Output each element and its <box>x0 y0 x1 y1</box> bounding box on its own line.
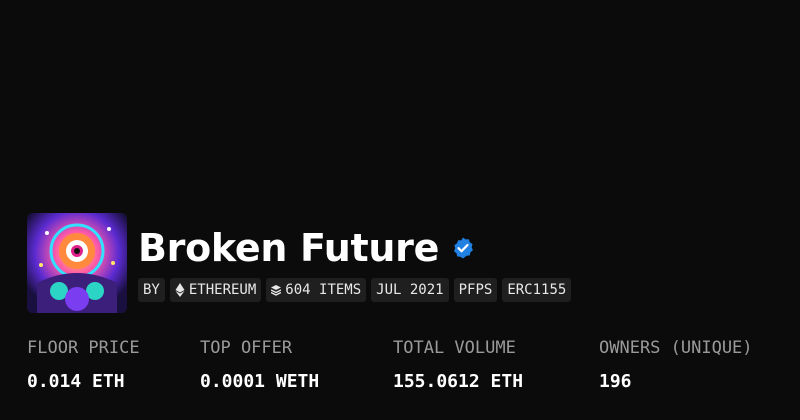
stat-label: OWNERS (UNIQUE) <box>599 338 753 358</box>
collection-stats: FLOOR PRICE 0.014 ETH TOP OFFER 0.0001 W… <box>0 336 800 406</box>
tag-label: PFPS <box>458 282 493 298</box>
stat-label: FLOOR PRICE <box>27 338 140 358</box>
stat-value: 155.0612 ETH <box>393 371 524 392</box>
tag-chain[interactable]: ETHEREUM <box>169 278 262 302</box>
tag-label: ERC1155 <box>507 282 567 298</box>
stat-total-volume: TOTAL VOLUME 155.0612 ETH <box>393 336 523 394</box>
title-row: Broken Future <box>138 222 475 274</box>
tag-label: 604 ITEMS <box>285 282 362 298</box>
stat-label: TOTAL VOLUME <box>393 338 516 358</box>
stat-floor-price: FLOOR PRICE 0.014 ETH <box>27 336 140 394</box>
tag-label: BY <box>143 282 160 298</box>
ethereum-icon <box>175 283 185 297</box>
tag-category[interactable]: PFPS <box>453 278 498 302</box>
collection-avatar-image <box>27 213 127 313</box>
stat-top-offer: TOP OFFER 0.0001 WETH <box>200 336 319 394</box>
collection-title: Broken Future <box>138 226 440 270</box>
collection-header: Broken Future BY ETHEREUM 604 ITEMS JUL … <box>0 0 800 420</box>
verified-badge-icon <box>451 236 475 260</box>
layers-icon <box>270 283 282 297</box>
collection-avatar[interactable] <box>27 213 127 313</box>
stat-label: TOP OFFER <box>200 338 293 358</box>
tag-creator[interactable]: BY <box>138 278 165 302</box>
tag-token-standard: ERC1155 <box>502 278 572 302</box>
stat-value: 0.0001 WETH <box>200 371 320 392</box>
tag-items[interactable]: 604 ITEMS <box>266 278 367 302</box>
stat-value: 196 <box>599 371 632 392</box>
tag-created-date: JUL 2021 <box>371 278 449 302</box>
stat-value: 0.014 ETH <box>27 371 125 392</box>
tag-label: JUL 2021 <box>376 282 444 298</box>
tag-label: ETHEREUM <box>188 282 257 298</box>
stat-owners: OWNERS (UNIQUE) 196 <box>599 336 753 394</box>
collection-tags: BY ETHEREUM 604 ITEMS JUL 2021 PFPS ERC1… <box>138 278 572 302</box>
